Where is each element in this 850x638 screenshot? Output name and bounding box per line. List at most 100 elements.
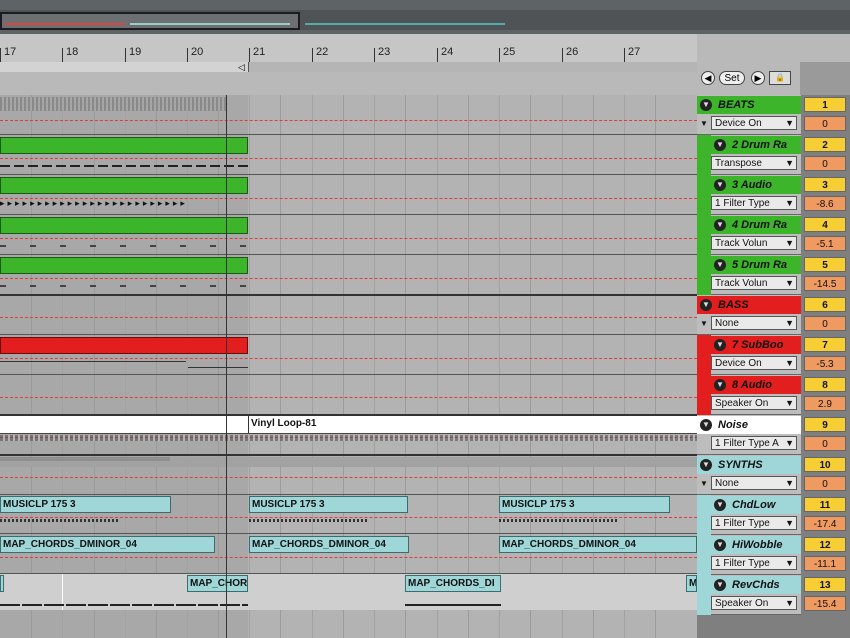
group-collapse-icon[interactable]: ▼ [700, 479, 708, 488]
track-name-header[interactable]: ▼ Noise [697, 416, 801, 434]
fold-toggle-icon[interactable]: ▼ [714, 579, 726, 592]
set-locator-button[interactable]: Set [719, 71, 745, 85]
chords-clip-2[interactable]: MAP_CHORDS_DMINOR_04 [249, 536, 409, 553]
automation-parameter-select[interactable]: None ▼ [711, 316, 797, 330]
musicclp-clip-2[interactable]: MUSICLP 175 3 [249, 496, 408, 513]
automation-parameter-select[interactable]: Device On ▼ [711, 356, 797, 370]
track-name-header[interactable]: ▼ 8 Audio [711, 376, 801, 394]
lock-icon[interactable]: 🔒 [769, 71, 791, 85]
track-row[interactable]: ▼ Noise 1 Filter Type A ▼ 9 0 [697, 415, 850, 455]
track-number[interactable]: 5 [804, 257, 846, 272]
track-row[interactable]: ▼ SYNTHS ▼ None ▼ 10 0 [697, 455, 850, 495]
drum-clip-2[interactable] [0, 217, 248, 234]
automation-value[interactable]: 0 [804, 316, 846, 331]
track-number[interactable]: 4 [804, 217, 846, 232]
playhead[interactable] [226, 95, 227, 638]
track-row[interactable]: ▼ 8 Audio Speaker On ▼ 8 2.9 [697, 375, 850, 415]
track-number[interactable]: 9 [804, 417, 846, 432]
fold-toggle-icon[interactable]: ▼ [714, 179, 726, 192]
bar-ruler[interactable]: 17 18 19 20 21 22 23 24 25 26 27 [0, 34, 697, 63]
audio-clip[interactable] [0, 177, 248, 194]
track-name-header[interactable]: ▼ BEATS [697, 96, 801, 114]
track-name-header[interactable]: ▼ SYNTHS [697, 456, 801, 474]
revchds-clip-3[interactable]: M [686, 575, 697, 592]
loop-strip[interactable]: ◁ [0, 62, 697, 72]
revchds-clip-edge[interactable] [0, 575, 4, 592]
track-row[interactable]: ▼ RevChds Speaker On ▼ 13 -15.4 [697, 575, 850, 615]
next-locator-button[interactable]: ▶ [751, 71, 765, 85]
automation-value[interactable]: -17.4 [804, 516, 846, 531]
track-name-header[interactable]: ▼ 5 Drum Ra [711, 256, 801, 274]
track-name-header[interactable]: ▼ 7 SubBoo [711, 336, 801, 354]
fold-toggle-icon[interactable]: ▼ [700, 299, 712, 312]
track-name-header[interactable]: ▼ BASS [697, 296, 801, 314]
musicclp-clip-3[interactable]: MUSICLP 175 3 [499, 496, 670, 513]
automation-value[interactable]: -8.6 [804, 196, 846, 211]
arrangement-overview[interactable] [0, 0, 850, 34]
track-name-header[interactable]: ▼ 2 Drum Ra [711, 136, 801, 154]
automation-parameter-select[interactable]: Track Volun ▼ [711, 236, 797, 250]
fold-toggle-icon[interactable]: ▼ [714, 379, 726, 392]
group-collapse-icon[interactable]: ▼ [700, 319, 708, 328]
arrangement-view[interactable]: ▸▸▸▸▸▸▸▸▸▸▸▸▸▸▸▸▸▸▸▸▸▸▸▸▸ Vinyl Loop-81 … [0, 95, 697, 638]
automation-parameter-select[interactable]: Track Volun ▼ [711, 276, 797, 290]
track-number[interactable]: 2 [804, 137, 846, 152]
track-number[interactable]: 10 [804, 457, 846, 472]
automation-parameter-select[interactable]: Speaker On ▼ [711, 596, 797, 610]
track-row[interactable]: ▼ 5 Drum Ra Track Volun ▼ 5 -14.5 [697, 255, 850, 295]
track-row[interactable]: ▼ 4 Drum Ra Track Volun ▼ 4 -5.1 [697, 215, 850, 255]
track-name-header[interactable]: ▼ 4 Drum Ra [711, 216, 801, 234]
track-number[interactable]: 6 [804, 297, 846, 312]
track-number[interactable]: 13 [804, 577, 846, 592]
chords-clip[interactable]: MAP_CHORDS_DMINOR_04 [0, 536, 215, 553]
track-name-header[interactable]: ▼ HiWobble [711, 536, 801, 554]
automation-value[interactable]: -14.5 [804, 276, 846, 291]
fold-toggle-icon[interactable]: ▼ [714, 339, 726, 352]
fold-toggle-icon[interactable]: ▼ [714, 539, 726, 552]
track-row[interactable]: ▼ 2 Drum Ra Transpose ▼ 2 0 [697, 135, 850, 175]
overview-visible-window[interactable] [0, 12, 300, 30]
loop-end-marker-icon[interactable]: ◁ [238, 62, 245, 73]
automation-value[interactable]: -15.4 [804, 596, 846, 611]
track-row[interactable]: ▼ HiWobble 1 Filter Type ▼ 12 -11.1 [697, 535, 850, 575]
musicclp-clip[interactable]: MUSICLP 175 3 [0, 496, 171, 513]
vinyl-loop-clip[interactable]: Vinyl Loop-81 [248, 416, 697, 433]
chords-clip-3[interactable]: MAP_CHORDS_DMINOR_04 [499, 536, 697, 553]
automation-value[interactable]: 0 [804, 156, 846, 171]
loop-region[interactable] [0, 62, 249, 72]
fold-toggle-icon[interactable]: ▼ [700, 459, 712, 472]
automation-parameter-select[interactable]: 1 Filter Type ▼ [711, 516, 797, 530]
automation-parameter-select[interactable]: None ▼ [711, 476, 797, 490]
group-collapse-icon[interactable]: ▼ [700, 119, 708, 128]
track-name-header[interactable]: ▼ RevChds [711, 576, 801, 594]
revchds-clip[interactable]: MAP_CHOR [187, 575, 248, 592]
fold-toggle-icon[interactable]: ▼ [700, 99, 712, 112]
automation-parameter-select[interactable]: 1 Filter Type A ▼ [711, 436, 797, 450]
automation-value[interactable]: 0 [804, 436, 846, 451]
automation-parameter-select[interactable]: 1 Filter Type ▼ [711, 196, 797, 210]
automation-value[interactable]: 2.9 [804, 396, 846, 411]
track-row[interactable]: ▼ BEATS ▼ Device On ▼ 1 0 [697, 95, 850, 135]
track-number[interactable]: 7 [804, 337, 846, 352]
automation-parameter-select[interactable]: 1 Filter Type ▼ [711, 556, 797, 570]
fold-toggle-icon[interactable]: ▼ [714, 139, 726, 152]
automation-parameter-select[interactable]: Device On ▼ [711, 116, 797, 130]
drum-clip[interactable] [0, 137, 248, 154]
automation-parameter-select[interactable]: Speaker On ▼ [711, 396, 797, 410]
automation-value[interactable]: 0 [804, 116, 846, 131]
track-name-header[interactable]: ▼ ChdLow [711, 496, 801, 514]
fold-toggle-icon[interactable]: ▼ [700, 419, 712, 432]
track-number[interactable]: 3 [804, 177, 846, 192]
track-row[interactable]: ▼ BASS ▼ None ▼ 6 0 [697, 295, 850, 335]
track-name-header[interactable]: ▼ 3 Audio [711, 176, 801, 194]
track-row[interactable]: ▼ 7 SubBoo Device On ▼ 7 -5.3 [697, 335, 850, 375]
track-number[interactable]: 1 [804, 97, 846, 112]
automation-value[interactable]: -11.1 [804, 556, 846, 571]
automation-value[interactable]: 0 [804, 476, 846, 491]
bass-clip[interactable] [0, 337, 248, 354]
automation-value[interactable]: -5.1 [804, 236, 846, 251]
fold-toggle-icon[interactable]: ▼ [714, 259, 726, 272]
fold-toggle-icon[interactable]: ▼ [714, 219, 726, 232]
previous-locator-button[interactable]: ◀ [701, 71, 715, 85]
track-number[interactable]: 11 [804, 497, 846, 512]
